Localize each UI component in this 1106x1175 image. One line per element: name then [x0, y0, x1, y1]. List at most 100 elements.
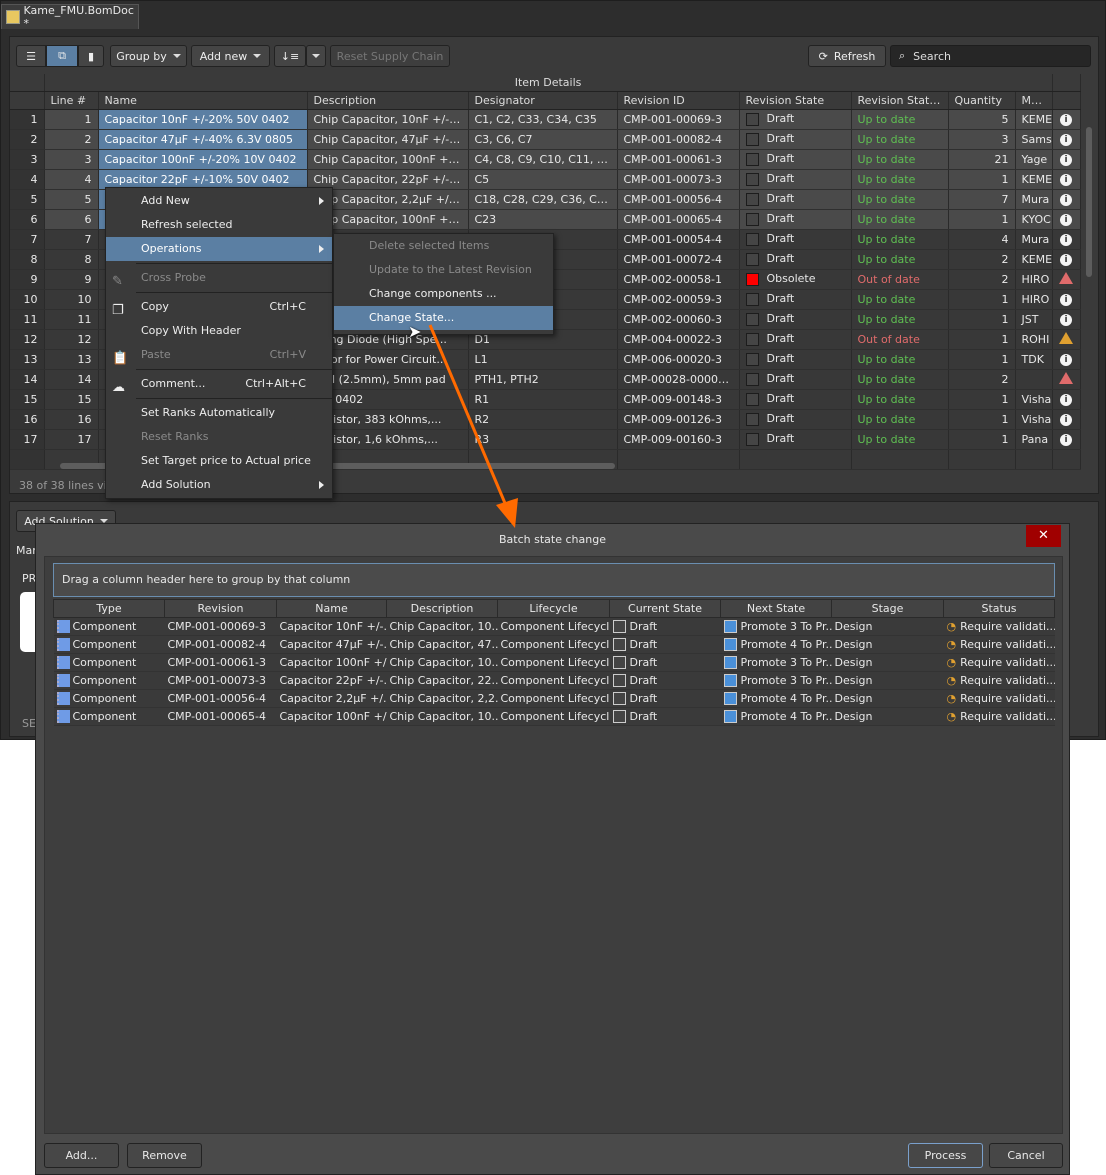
sort-button[interactable]: ↓≡	[274, 45, 306, 67]
status-icon-cell[interactable]	[1052, 329, 1081, 350]
status-icon-cell[interactable]: i	[1052, 429, 1081, 450]
menu-item-set-target-price-to-actual-price[interactable]: Set Target price to Actual price	[106, 449, 332, 473]
column-header[interactable]: Description	[307, 91, 469, 110]
info-icon[interactable]: i	[1060, 294, 1073, 306]
menu-item-delete-selected-items[interactable]: Delete selected Items	[334, 234, 553, 258]
table-row[interactable]: 1 1 Capacitor 10nF +/-20% 50V 0402 Chip Cap…	[10, 109, 1081, 130]
status-icon-cell[interactable]: i	[1052, 289, 1081, 310]
cancel-button[interactable]: Cancel	[989, 1143, 1063, 1168]
warning-icon[interactable]	[1059, 371, 1074, 384]
menu-item-refresh-selected[interactable]: Refresh selected	[106, 213, 332, 237]
document-tab[interactable]: Kame_FMU.BomDoc *	[1, 4, 139, 30]
info-icon[interactable]: i	[1060, 354, 1073, 366]
info-icon[interactable]: i	[1060, 434, 1073, 446]
table-cell: Component Lifecycle	[497, 671, 610, 690]
column-header[interactable]: Name	[276, 599, 387, 618]
menu-item-change-components[interactable]: Change components ...	[334, 282, 553, 306]
info-icon[interactable]: i	[1060, 394, 1073, 406]
table-row[interactable]: 4 4 Capacitor 22pF +/-10% 50V 0402 Chip Cap…	[10, 169, 1081, 190]
column-header[interactable]: Type	[53, 599, 165, 618]
table-row[interactable]: Component CMP-001-00065-4 Capacitor 100nF …	[53, 707, 1055, 726]
column-header[interactable]: Current State	[609, 599, 721, 618]
info-icon[interactable]: i	[1060, 234, 1073, 246]
column-header[interactable]: Next State	[720, 599, 832, 618]
menu-item-update-to-the-latest-revision[interactable]: Update to the Latest Revision	[334, 258, 553, 282]
add-new-button[interactable]: Add new	[191, 45, 270, 67]
column-header[interactable]: Name	[98, 91, 308, 110]
add-button[interactable]: Add...	[44, 1143, 119, 1168]
group-by-drop-area[interactable]: Drag a column header here to group by th…	[53, 563, 1055, 597]
info-icon[interactable]: i	[1060, 254, 1073, 266]
vertical-scrollbar[interactable]	[1086, 127, 1092, 277]
status-icon-cell[interactable]: i	[1052, 309, 1081, 330]
menu-item-reset-ranks[interactable]: Reset Ranks	[106, 425, 332, 449]
status-icon-cell[interactable]: i	[1052, 389, 1081, 410]
status-icon-cell[interactable]: i	[1052, 249, 1081, 270]
menu-item-cross-probe[interactable]: ✎ Cross Probe	[106, 266, 332, 290]
menu-item-copy-with-header[interactable]: Copy With Header	[106, 319, 332, 343]
column-header[interactable]: Stage	[831, 599, 944, 618]
refresh-button[interactable]: ⟳ Refresh	[808, 45, 886, 67]
table-row[interactable]: 3 3 Capacitor 100nF +/-20% 10V 0402 Chip Ca…	[10, 149, 1081, 170]
status-icon-cell[interactable]: i	[1052, 109, 1081, 130]
close-button[interactable]: ✕	[1026, 525, 1061, 547]
table-row[interactable]: Component CMP-001-00061-3 Capacitor 100nF …	[53, 653, 1055, 672]
info-icon[interactable]: i	[1060, 214, 1073, 226]
column-header[interactable]: Status	[943, 599, 1055, 618]
column-header[interactable]: Revision ID	[617, 91, 740, 110]
component-view-button[interactable]: ⧉	[46, 45, 78, 67]
menu-item-paste[interactable]: 📋 Paste Ctrl+V	[106, 343, 332, 367]
info-icon[interactable]: i	[1060, 414, 1073, 426]
table-row[interactable]: Component CMP-001-00056-4 Capacitor 2,2µF …	[53, 689, 1055, 708]
status-icon-cell[interactable]: i	[1052, 169, 1081, 190]
status-icon-cell[interactable]: i	[1052, 229, 1081, 250]
list-view-button[interactable]: ☰	[16, 45, 46, 67]
reset-supply-chain-button[interactable]: Reset Supply Chain	[330, 45, 450, 67]
process-button[interactable]: Process	[908, 1143, 983, 1168]
status-icon-cell[interactable]: i	[1052, 189, 1081, 210]
menu-item-operations[interactable]: Operations	[106, 237, 332, 261]
menu-item-copy[interactable]: ❐ Copy Ctrl+C	[106, 295, 332, 319]
remove-button[interactable]: Remove	[127, 1143, 202, 1168]
column-header[interactable]: Lifecycle	[497, 599, 610, 618]
info-icon[interactable]: i	[1060, 154, 1073, 166]
table-row[interactable]: Component CMP-001-00073-3 Capacitor 22pF +…	[53, 671, 1055, 690]
table-row[interactable]: Component CMP-001-00082-4 Capacitor 47µF +…	[53, 635, 1055, 654]
status-icon-cell[interactable]: i	[1052, 409, 1081, 430]
menu-item-set-ranks-automatically[interactable]: Set Ranks Automatically	[106, 401, 332, 425]
cell-text: Promote 3 To Pr...	[740, 673, 832, 687]
menu-item-comment[interactable]: ☁ Comment... Ctrl+Alt+C	[106, 372, 332, 396]
info-icon[interactable]: i	[1060, 194, 1073, 206]
menu-item-change-state[interactable]: Change State...	[334, 306, 553, 330]
column-header[interactable]: Manu	[1015, 91, 1053, 110]
info-icon[interactable]: i	[1060, 314, 1073, 326]
column-header[interactable]: Revision	[164, 599, 277, 618]
column-header[interactable]: Designator	[468, 91, 618, 110]
info-icon[interactable]: i	[1060, 134, 1073, 146]
status-icon-cell[interactable]	[1052, 369, 1081, 390]
menu-item-add-new[interactable]: Add New	[106, 189, 332, 213]
sort-dropdown-button[interactable]	[306, 45, 326, 67]
column-header[interactable]: Revision State	[739, 91, 852, 110]
column-header[interactable]: Line #	[44, 91, 99, 110]
info-icon[interactable]: i	[1060, 114, 1073, 126]
status-icon-cell[interactable]: i	[1052, 129, 1081, 150]
status-icon-cell[interactable]	[1052, 269, 1081, 290]
column-header[interactable]: Quantity	[948, 91, 1016, 110]
status-icon-cell[interactable]: i	[1052, 149, 1081, 170]
status-icon-cell[interactable]: i	[1052, 349, 1081, 370]
chart-view-button[interactable]: ▮	[78, 45, 104, 67]
search-input[interactable]: ⌕ Search	[890, 45, 1091, 67]
cell-text: Design	[834, 638, 873, 651]
warning-icon[interactable]	[1059, 271, 1074, 284]
column-header[interactable]: Description	[386, 599, 498, 618]
group-by-button[interactable]: Group by	[110, 45, 187, 67]
status-icon-cell[interactable]: i	[1052, 209, 1081, 230]
menu-item-add-solution[interactable]: Add Solution	[106, 473, 332, 497]
quantity-cell: 4	[948, 229, 1016, 250]
table-row[interactable]: 2 2 Capacitor 47µF +/-40% 6.3V 0805 Chip Ca…	[10, 129, 1081, 150]
info-icon[interactable]: i	[1060, 174, 1073, 186]
warning-icon[interactable]	[1059, 331, 1074, 344]
table-row[interactable]: Component CMP-001-00069-3 Capacitor 10nF +…	[53, 617, 1055, 636]
column-header[interactable]: Revision Status	[851, 91, 949, 110]
